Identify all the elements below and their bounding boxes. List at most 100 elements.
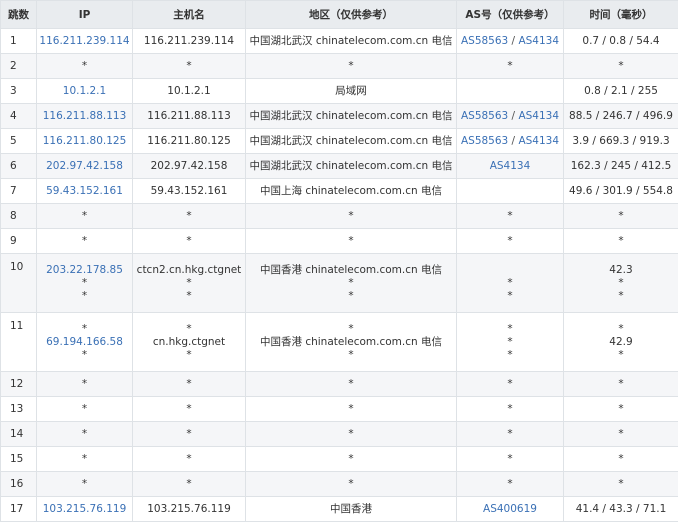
hostname-cell: 116.211.239.114 xyxy=(133,29,246,54)
ip-link-line: * xyxy=(37,290,132,303)
time-cell-line: 0.7 / 0.8 / 54.4 xyxy=(564,35,678,48)
time-cell: 0.8 / 2.1 / 255 xyxy=(564,79,678,104)
hop-cell: 2 xyxy=(1,54,37,79)
hop-cell: 14 xyxy=(1,422,37,447)
region-cell: 中国湖北武汉 chinatelecom.com.cn 电信 xyxy=(246,29,457,54)
hop-cell: 3 xyxy=(1,79,37,104)
ip-link: *69.194.166.58* xyxy=(37,313,133,372)
as-link[interactable]: AS4134 xyxy=(490,160,531,172)
table-row: 11*69.194.166.58**cn.hkg.ctgnet**中国香港 ch… xyxy=(1,313,678,372)
hostname-cell-line: 202.97.42.158 xyxy=(133,160,245,173)
ip-link-line[interactable]: 103.215.76.119 xyxy=(37,503,132,516)
table-row: 15***** xyxy=(1,447,678,472)
region-cell-line: 中国湖北武汉 chinatelecom.com.cn 电信 xyxy=(246,110,456,123)
as-cell: ** xyxy=(457,254,564,313)
hostname-cell: * xyxy=(133,397,246,422)
as-link[interactable]: AS58563 xyxy=(461,135,508,147)
ip-link: 203.22.178.85** xyxy=(37,254,133,313)
region-cell-line: 中国香港 xyxy=(246,503,456,516)
ip-link: * xyxy=(37,372,133,397)
ip-link-line[interactable]: 202.97.42.158 xyxy=(37,160,132,173)
as-separator: / xyxy=(508,135,518,147)
table-row: 2***** xyxy=(1,54,678,79)
as-cell: * xyxy=(457,204,564,229)
ip-link: 10.1.2.1 xyxy=(37,79,133,104)
ip-link: * xyxy=(37,229,133,254)
as-link[interactable]: AS4134 xyxy=(518,110,559,122)
region-cell: 中国湖北武汉 chinatelecom.com.cn 电信 xyxy=(246,129,457,154)
time-cell-line: * xyxy=(564,349,678,362)
hostname-cell: * xyxy=(133,422,246,447)
region-cell: * xyxy=(246,204,457,229)
ip-link: * xyxy=(37,447,133,472)
region-cell: 中国湖北武汉 chinatelecom.com.cn 电信 xyxy=(246,154,457,179)
time-cell: * xyxy=(564,229,678,254)
ip-link-line: * xyxy=(37,403,132,416)
hostname-cell-line: * xyxy=(133,478,245,491)
as-link[interactable]: AS58563 xyxy=(461,35,508,47)
as-cell xyxy=(457,179,564,204)
as-link[interactable]: AS58563 xyxy=(461,110,508,122)
ip-link-line[interactable]: 116.211.80.125 xyxy=(37,135,132,148)
as-line: * xyxy=(457,453,563,466)
region-cell: * xyxy=(246,447,457,472)
time-cell-line: * xyxy=(564,60,678,73)
time-cell-line: * xyxy=(564,323,678,336)
as-link[interactable]: AS400619 xyxy=(483,503,537,515)
as-cell: * xyxy=(457,472,564,497)
ip-link-line: * xyxy=(37,478,132,491)
ip-link-line[interactable]: 116.211.88.113 xyxy=(37,110,132,123)
as-cell: AS58563 / AS4134 xyxy=(457,29,564,54)
ip-link: * xyxy=(37,204,133,229)
region-cell: * xyxy=(246,397,457,422)
region-cell: * xyxy=(246,472,457,497)
as-separator: / xyxy=(508,110,518,122)
time-cell: 42.3** xyxy=(564,254,678,313)
as-line: * xyxy=(457,290,563,303)
header-hostname: 主机名 xyxy=(133,1,246,29)
hop-cell: 16 xyxy=(1,472,37,497)
hostname-cell-line: * xyxy=(133,349,245,362)
hostname-cell-line: * xyxy=(133,277,245,290)
hostname-cell: * xyxy=(133,447,246,472)
time-cell-line: * xyxy=(564,428,678,441)
region-cell: 局域网 xyxy=(246,79,457,104)
region-cell-line: * xyxy=(246,277,456,290)
region-cell-line: * xyxy=(246,235,456,248)
time-cell-line: 162.3 / 245 / 412.5 xyxy=(564,160,678,173)
hostname-cell-line: 59.43.152.161 xyxy=(133,185,245,198)
time-cell-line: * xyxy=(564,378,678,391)
time-cell-line: * xyxy=(564,478,678,491)
ip-link: * xyxy=(37,472,133,497)
hostname-cell: 116.211.80.125 xyxy=(133,129,246,154)
as-line: * xyxy=(457,277,563,290)
header-as: AS号（仅供参考） xyxy=(457,1,564,29)
time-cell: * xyxy=(564,397,678,422)
hostname-cell-line: * xyxy=(133,428,245,441)
region-cell-line: 中国上海 chinatelecom.com.cn 电信 xyxy=(246,185,456,198)
table-row: 12***** xyxy=(1,372,678,397)
as-line: * xyxy=(457,210,563,223)
time-cell-line: * xyxy=(564,403,678,416)
ip-link-line[interactable]: 10.1.2.1 xyxy=(37,85,132,98)
hostname-cell: 116.211.88.113 xyxy=(133,104,246,129)
ip-link-line[interactable]: 69.194.166.58 xyxy=(37,336,132,349)
as-link[interactable]: AS4134 xyxy=(518,35,559,47)
as-line: * xyxy=(457,336,563,349)
region-cell: 中国上海 chinatelecom.com.cn 电信 xyxy=(246,179,457,204)
time-cell-line: * xyxy=(564,235,678,248)
ip-link-line[interactable]: 116.211.239.114 xyxy=(37,35,132,48)
ip-link-line[interactable]: 59.43.152.161 xyxy=(37,185,132,198)
as-link[interactable]: AS4134 xyxy=(518,135,559,147)
hostname-cell-line: 10.1.2.1 xyxy=(133,85,245,98)
as-cell: * xyxy=(457,372,564,397)
ip-link-line: * xyxy=(37,323,132,336)
ip-link-line[interactable]: 203.22.178.85 xyxy=(37,264,132,277)
hostname-cell-line: cn.hkg.ctgnet xyxy=(133,336,245,349)
table-row: 13***** xyxy=(1,397,678,422)
as-separator: / xyxy=(508,35,518,47)
table-body: 1116.211.239.114116.211.239.114中国湖北武汉 ch… xyxy=(1,29,678,522)
hop-cell: 13 xyxy=(1,397,37,422)
time-cell-line: 42.3 xyxy=(564,264,678,277)
hostname-cell: ctcn2.cn.hkg.ctgnet** xyxy=(133,254,246,313)
